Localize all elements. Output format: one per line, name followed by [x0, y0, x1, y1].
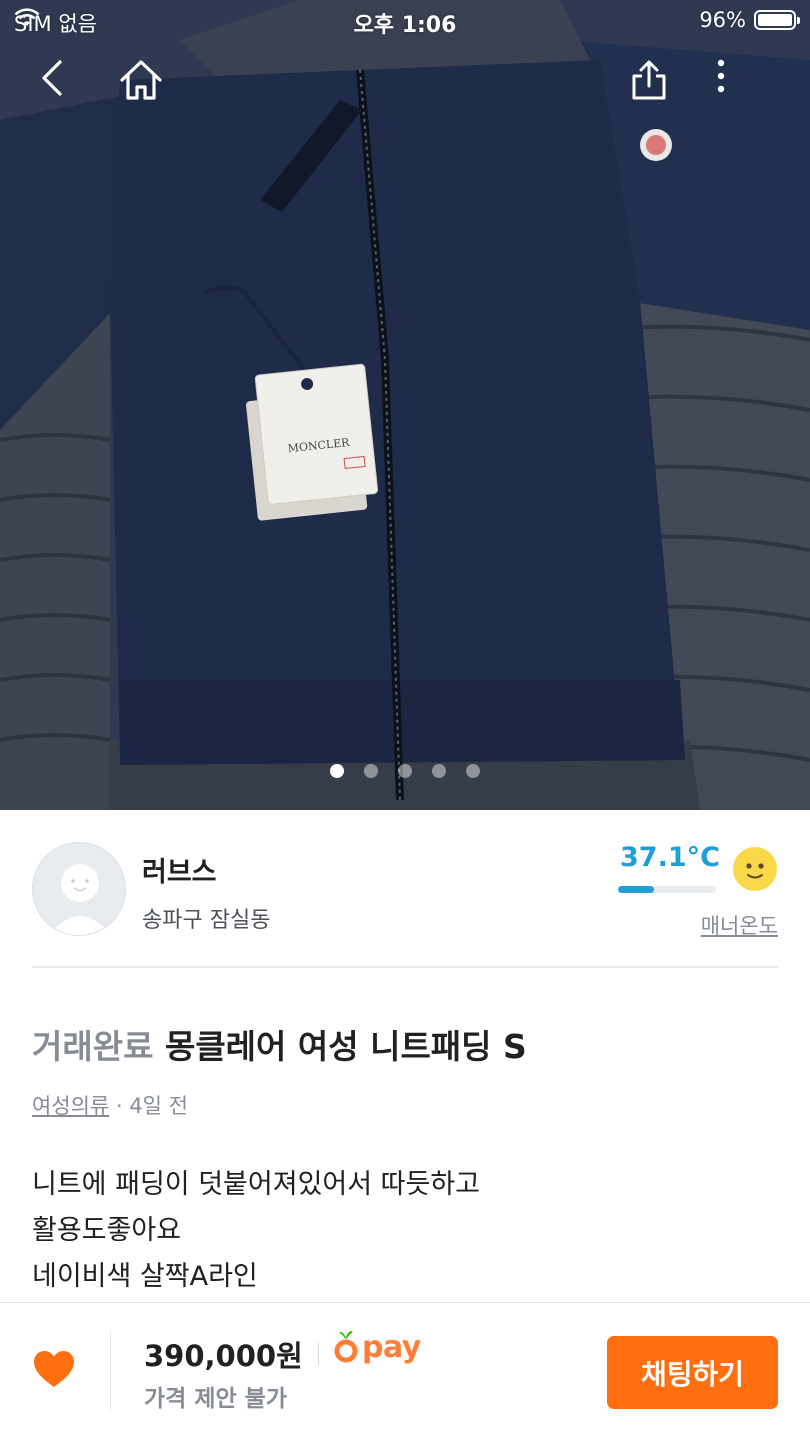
article-title: 거래완료 몽클레어 여성 니트패딩 S [32, 1020, 527, 1068]
category-link[interactable]: 여성의류 [32, 1094, 109, 1118]
default-avatar-icon [48, 864, 112, 935]
manner-temperature-bar [618, 886, 716, 893]
more-button[interactable] [715, 58, 767, 110]
carousel-dot[interactable] [398, 764, 412, 778]
seller-name[interactable]: 러브스 [142, 850, 217, 889]
description-line: 니트에 패딩이 덧붙어져있어서 따듯하고 [32, 1169, 481, 1200]
back-button[interactable] [38, 58, 90, 110]
avatar[interactable] [32, 842, 126, 936]
posted-time: · 4일 전 [115, 1094, 188, 1118]
like-heart-icon[interactable] [32, 1349, 76, 1389]
status-bar: SIM 없음 오후 1:06 96% [0, 0, 810, 40]
chevron-left-icon [42, 60, 62, 96]
home-icon [120, 60, 162, 100]
article-title-text: 몽클레어 여성 니트패딩 S [164, 1027, 527, 1066]
carousel-dot[interactable] [432, 764, 446, 778]
carousel-dot[interactable] [330, 764, 344, 778]
bottom-action-bar: 390,000원 가격 제안 불가 pay 채팅하기 [0, 1302, 810, 1440]
article-description: 니트에 패딩이 덧붙어져있어서 따듯하고 활용도좋아요 네이비색 살짝A라인 [32, 1162, 480, 1300]
share-button[interactable] [629, 58, 681, 110]
home-button[interactable] [118, 58, 170, 110]
trade-status-badge: 거래완료 [32, 1027, 154, 1066]
pay-label: pay [362, 1329, 421, 1365]
clock: 오후 1:06 [353, 13, 457, 38]
carousel-dot[interactable] [466, 764, 480, 778]
description-line: 네이비색 살짝A라인 [32, 1261, 258, 1292]
seller-profile[interactable]: 러브스 송파구 잠실동 37.1°C 매너온도 [0, 810, 810, 968]
divider [32, 966, 778, 968]
more-vertical-icon [717, 59, 725, 93]
seller-location: 송파구 잠실동 [142, 908, 271, 933]
article-meta: 여성의류 · 4일 전 [32, 1090, 188, 1120]
share-icon [632, 60, 666, 100]
price-negotiation-status: 가격 제안 불가 [144, 1386, 287, 1412]
description-line: 활용도좋아요 [32, 1215, 182, 1246]
smiley-face-icon [733, 847, 777, 891]
price: 390,000원 [144, 1339, 303, 1373]
product-photo[interactable]: MONCLER SIM 없음 오후 1:06 96% [0, 0, 810, 810]
carousel-indicator [0, 764, 810, 778]
divider [318, 1343, 319, 1365]
carrot-icon [334, 1331, 358, 1363]
manner-temperature-value: 37.1°C [620, 842, 720, 873]
battery-icon [754, 10, 800, 30]
carousel-dot[interactable] [364, 764, 378, 778]
jacket-image: MONCLER [0, 0, 810, 810]
battery-percent: 96% [699, 8, 746, 32]
chat-button[interactable]: 채팅하기 [607, 1336, 778, 1409]
karrot-pay-badge: pay [334, 1329, 421, 1365]
divider [110, 1331, 111, 1411]
manner-temperature-link[interactable]: 매너온도 [701, 910, 778, 940]
